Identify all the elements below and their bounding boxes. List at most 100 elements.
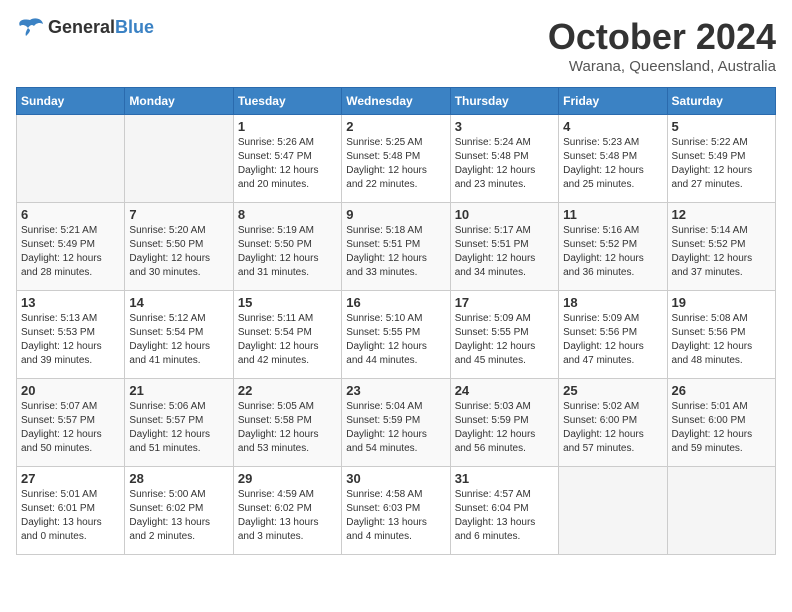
sunset: Sunset: 5:56 PM	[563, 327, 637, 338]
sunrise: Sunrise: 5:08 AM	[672, 313, 748, 324]
sunset: Sunset: 6:03 PM	[346, 503, 420, 514]
day-info: Sunrise: 5:03 AMSunset: 5:59 PMDaylight:…	[455, 400, 554, 456]
calendar-cell	[559, 467, 667, 555]
day-info: Sunrise: 5:23 AMSunset: 5:48 PMDaylight:…	[563, 136, 662, 192]
sunrise: Sunrise: 5:11 AM	[238, 313, 313, 324]
week-row-1: 1 Sunrise: 5:26 AM Sunset: 5:47 PM Daylight…	[17, 115, 776, 203]
calendar-cell: 26 Sunrise: 5:01 AMSunset: 6:00 PMDayligh…	[667, 379, 775, 467]
sunset: Sunset: 5:53 PM	[21, 327, 95, 338]
sunrise: Sunrise: 4:59 AM	[238, 489, 314, 500]
sunset: Sunset: 5:48 PM	[346, 151, 420, 162]
day-info: Sunrise: 5:09 AMSunset: 5:56 PMDaylight:…	[563, 312, 662, 368]
sunrise: Sunrise: 5:20 AM	[129, 225, 205, 236]
sunset: Sunset: 5:54 PM	[238, 327, 312, 338]
day-info: Sunrise: 5:17 AMSunset: 5:51 PMDaylight:…	[455, 224, 554, 280]
sunset: Sunset: 5:52 PM	[672, 239, 746, 250]
sunrise: Sunrise: 5:24 AM	[455, 137, 531, 148]
sunset: Sunset: 5:55 PM	[455, 327, 529, 338]
daylight: Daylight: 12 hours and 28 minutes.	[21, 253, 102, 278]
day-number: 22	[238, 383, 337, 398]
day-number: 24	[455, 383, 554, 398]
day-info: Sunrise: 5:25 AMSunset: 5:48 PMDaylight:…	[346, 136, 445, 192]
daylight: Daylight: 12 hours and 36 minutes.	[563, 253, 644, 278]
calendar-cell: 6Sunrise: 5:21 AMSunset: 5:49 PMDaylight…	[17, 203, 125, 291]
day-info: Sunrise: 5:10 AMSunset: 5:55 PMDaylight:…	[346, 312, 445, 368]
calendar-header: SundayMondayTuesdayWednesdayThursdayFrid…	[17, 88, 776, 115]
daylight: Daylight: 12 hours and 41 minutes.	[129, 341, 210, 366]
sunrise: Sunrise: 5:07 AM	[21, 401, 97, 412]
daylight: Daylight: 12 hours and 44 minutes.	[346, 341, 427, 366]
daylight: Daylight: 12 hours and 39 minutes.	[21, 341, 102, 366]
day-info: Sunrise: 5:09 AMSunset: 5:55 PMDaylight:…	[455, 312, 554, 368]
sunrise: Sunrise: 5:02 AM	[563, 401, 639, 412]
daylight: Daylight: 12 hours and 22 minutes.	[346, 165, 427, 190]
sunrise: Sunrise: 5:26 AM	[238, 137, 314, 148]
daylight: Daylight: 12 hours and 51 minutes.	[129, 429, 210, 454]
sunset: Sunset: 5:54 PM	[129, 327, 203, 338]
day-number: 4	[563, 119, 662, 134]
title-block: October 2024 Warana, Queensland, Austral…	[548, 16, 776, 75]
daylight: Daylight: 13 hours and 4 minutes.	[346, 517, 427, 542]
day-number: 31	[455, 471, 554, 486]
daylight: Daylight: 12 hours and 37 minutes.	[672, 253, 753, 278]
calendar-cell: 30Sunrise: 4:58 AMSunset: 6:03 PMDayligh…	[342, 467, 450, 555]
day-info: Sunrise: 5:24 AMSunset: 5:48 PMDaylight:…	[455, 136, 554, 192]
sunrise: Sunrise: 5:04 AM	[346, 401, 422, 412]
calendar-cell: 2Sunrise: 5:25 AMSunset: 5:48 PMDaylight…	[342, 115, 450, 203]
sunrise: Sunrise: 5:21 AM	[21, 225, 97, 236]
header-thursday: Thursday	[450, 88, 558, 115]
header-monday: Monday	[125, 88, 233, 115]
sunset: Sunset: 5:56 PM	[672, 327, 746, 338]
day-info: Sunrise: 5:01 AMSunset: 6:01 PMDaylight:…	[21, 488, 120, 544]
sunset: Sunset: 5:52 PM	[563, 239, 637, 250]
day-info: Sunrise: 5:12 AMSunset: 5:54 PMDaylight:…	[129, 312, 228, 368]
day-info: Sunrise: 4:57 AMSunset: 6:04 PMDaylight:…	[455, 488, 554, 544]
sunset: Sunset: 5:48 PM	[563, 151, 637, 162]
day-info: Sunrise: 4:59 AMSunset: 6:02 PMDaylight:…	[238, 488, 337, 544]
calendar-cell: 18Sunrise: 5:09 AMSunset: 5:56 PMDayligh…	[559, 291, 667, 379]
day-number: 9	[346, 207, 445, 222]
day-number: 21	[129, 383, 228, 398]
daylight: Daylight: 12 hours and 27 minutes.	[672, 165, 753, 190]
day-info: Sunrise: 5:11 AMSunset: 5:54 PMDaylight:…	[238, 312, 337, 368]
logo-general: General	[48, 17, 115, 37]
day-number: 25	[563, 383, 662, 398]
day-number: 18	[563, 295, 662, 310]
header-saturday: Saturday	[667, 88, 775, 115]
sunset: Sunset: 5:47 PM	[238, 151, 312, 162]
day-info: Sunrise: 4:58 AMSunset: 6:03 PMDaylight:…	[346, 488, 445, 544]
day-info: Sunrise: 5:04 AMSunset: 5:59 PMDaylight:…	[346, 400, 445, 456]
day-info: Sunrise: 5:16 AMSunset: 5:52 PMDaylight:…	[563, 224, 662, 280]
day-info: Sunrise: 5:08 AMSunset: 5:56 PMDaylight:…	[672, 312, 771, 368]
day-info: Sunrise: 5:00 AMSunset: 6:02 PMDaylight:…	[129, 488, 228, 544]
sunrise: Sunrise: 5:10 AM	[346, 313, 422, 324]
calendar-body: 1 Sunrise: 5:26 AM Sunset: 5:47 PM Daylight…	[17, 115, 776, 555]
day-number: 17	[455, 295, 554, 310]
calendar-table: SundayMondayTuesdayWednesdayThursdayFrid…	[16, 87, 776, 555]
daylight: Daylight: 13 hours and 0 minutes.	[21, 517, 102, 542]
day-number: 29	[238, 471, 337, 486]
day-info: Sunrise: 5:13 AMSunset: 5:53 PMDaylight:…	[21, 312, 120, 368]
daylight: Daylight: 12 hours and 45 minutes.	[455, 341, 536, 366]
calendar-cell: 17 Sunrise: 5:09 AMSunset: 5:55 PMDayligh…	[450, 291, 558, 379]
calendar-cell: 29 Sunrise: 4:59 AMSunset: 6:02 PMDayligh…	[233, 467, 341, 555]
header-friday: Friday	[559, 88, 667, 115]
calendar-cell: 24 Sunrise: 5:03 AMSunset: 5:59 PMDayligh…	[450, 379, 558, 467]
calendar-cell: 8Sunrise: 5:19 AMSunset: 5:50 PMDaylight…	[233, 203, 341, 291]
sunset: Sunset: 5:59 PM	[346, 415, 420, 426]
daylight: Daylight: 12 hours and 23 minutes.	[455, 165, 536, 190]
sunrise: Sunrise: 5:01 AM	[672, 401, 748, 412]
sunrise: Sunrise: 5:09 AM	[563, 313, 639, 324]
calendar-cell: 3Sunrise: 5:24 AMSunset: 5:48 PMDaylight…	[450, 115, 558, 203]
day-info: Sunrise: 5:05 AMSunset: 5:58 PMDaylight:…	[238, 400, 337, 456]
day-number: 1	[238, 119, 337, 134]
daylight: Daylight: 13 hours and 6 minutes.	[455, 517, 536, 542]
sunrise: Sunrise: 5:22 AM	[672, 137, 748, 148]
sunset: Sunset: 6:02 PM	[129, 503, 203, 514]
day-number: 26	[672, 383, 771, 398]
sunset: Sunset: 5:51 PM	[455, 239, 529, 250]
header-wednesday: Wednesday	[342, 88, 450, 115]
sunset: Sunset: 5:59 PM	[455, 415, 529, 426]
day-info: Sunrise: 5:01 AMSunset: 6:00 PMDaylight:…	[672, 400, 771, 456]
week-row-2: 6Sunrise: 5:21 AMSunset: 5:49 PMDaylight…	[17, 203, 776, 291]
